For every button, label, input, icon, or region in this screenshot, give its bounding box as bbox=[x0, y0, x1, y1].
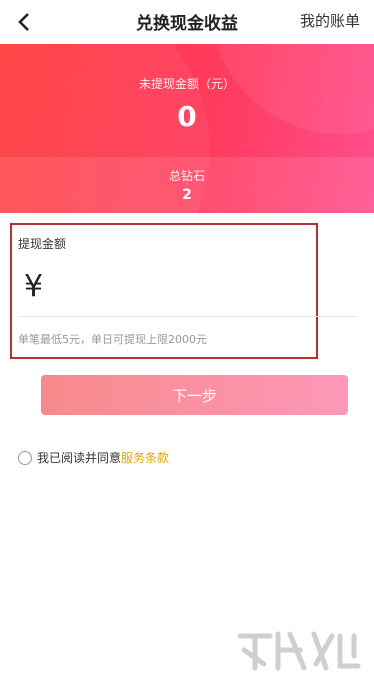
withdraw-amount-label: 提现金额 bbox=[18, 237, 67, 251]
terms-of-service-link[interactable]: 服务条款 bbox=[121, 449, 169, 466]
total-diamonds-value: 2 bbox=[182, 187, 192, 203]
withdraw-amount-box: 提现金额 ¥ 单笔最低5元，单日可提现上限2000元 bbox=[10, 223, 356, 359]
agreement-text: 我已阅读并同意 bbox=[37, 451, 122, 465]
next-step-button[interactable]: 下一步 bbox=[41, 375, 348, 415]
watermark-logo bbox=[234, 626, 364, 678]
unwithdrawn-amount-label: 未提现金额（元） bbox=[138, 77, 235, 91]
withdraw-amount-input[interactable] bbox=[56, 269, 310, 311]
divider bbox=[18, 316, 356, 317]
currency-symbol: ¥ bbox=[24, 269, 44, 304]
total-diamonds-label: 总钻石 bbox=[168, 169, 205, 183]
unwithdrawn-amount-value: 0 bbox=[177, 100, 197, 133]
withdraw-limit-hint: 单笔最低5元，单日可提现上限2000元 bbox=[18, 333, 207, 346]
agreement-row: 我已阅读并同意 服务条款 bbox=[18, 449, 169, 466]
diamond-section bbox=[0, 157, 374, 213]
agree-radio[interactable] bbox=[18, 450, 32, 465]
balance-panel: 未提现金额（元） 0 总钻石 2 bbox=[0, 44, 374, 213]
navigation-bar: 兑换现金收益 我的账单 bbox=[0, 0, 374, 44]
my-bill-link[interactable]: 我的账单 bbox=[300, 10, 360, 31]
